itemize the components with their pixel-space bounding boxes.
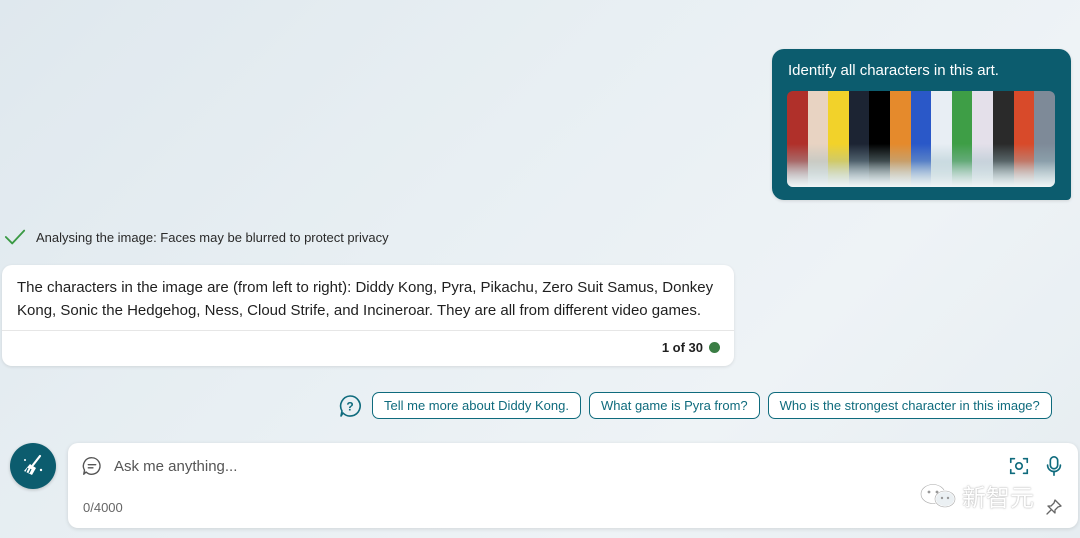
user-message-bubble: Identify all characters in this art.: [772, 49, 1071, 200]
suggestion-chip[interactable]: Who is the strongest character in this i…: [767, 392, 1052, 419]
turn-counter: 1 of 30: [661, 340, 703, 355]
chat-input-placeholder[interactable]: Ask me anything...: [114, 458, 237, 475]
response-divider: [2, 330, 734, 331]
suggested-prompts: ? Tell me more about Diddy Kong. What ga…: [338, 391, 1060, 420]
status-text: Analysing the image: Faces may be blurre…: [36, 229, 389, 245]
attached-image[interactable]: [787, 91, 1055, 187]
response-footer: 1 of 30: [662, 340, 720, 355]
wechat-logo-icon: [920, 483, 956, 508]
broom-icon: [24, 454, 43, 475]
watermark-text: 新智元: [962, 484, 1034, 512]
assistant-response-card: The characters in the image are (from le…: [2, 265, 734, 366]
svg-text:?: ?: [346, 399, 353, 413]
user-message-text: Identify all characters in this art.: [788, 62, 999, 79]
watermark: 新智元: [918, 478, 1034, 513]
visual-search-icon[interactable]: [1008, 455, 1030, 477]
pin-icon[interactable]: [1045, 498, 1063, 516]
image-analysis-status: Analysing the image: Faces may be blurre…: [4, 226, 389, 248]
character-count: 0/4000: [83, 500, 123, 515]
microphone-icon[interactable]: [1044, 455, 1064, 477]
response-text: The characters in the image are (from le…: [17, 279, 714, 319]
suggestion-chip[interactable]: Tell me more about Diddy Kong.: [372, 392, 581, 419]
new-topic-button[interactable]: [10, 443, 56, 489]
check-icon: [4, 229, 26, 245]
suggestion-chip[interactable]: What game is Pyra from?: [588, 392, 760, 419]
question-bubble-icon[interactable]: ?: [338, 394, 362, 418]
image-fade: [787, 161, 1055, 187]
chat-bubble-icon: [82, 457, 101, 475]
turn-indicator-dot: [709, 342, 720, 353]
